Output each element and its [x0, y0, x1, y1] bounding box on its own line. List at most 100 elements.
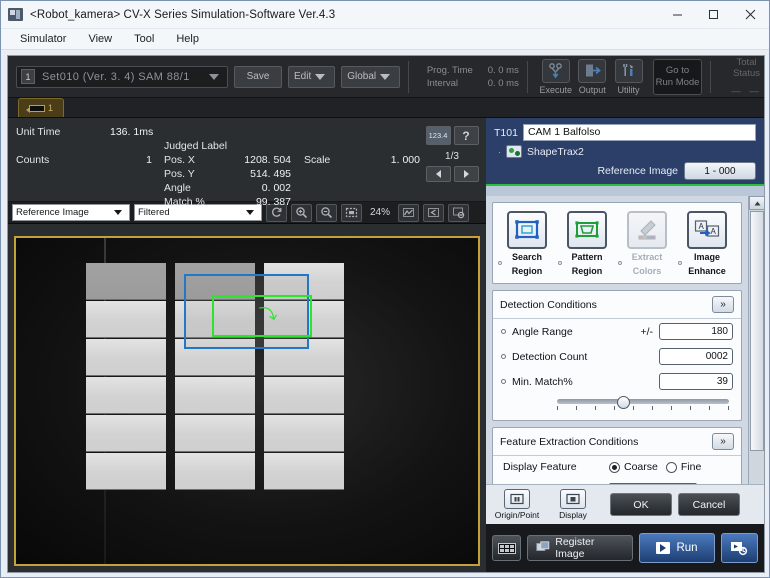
- global-dropdown[interactable]: Global: [341, 65, 401, 88]
- run-button[interactable]: Run: [639, 533, 715, 563]
- output-button[interactable]: Output: [576, 58, 608, 95]
- display-button[interactable]: Display: [548, 489, 598, 520]
- menu-item-help[interactable]: Help: [165, 29, 210, 50]
- utility-button[interactable]: Utility: [612, 58, 644, 95]
- measurement-stats-panel: Unit Time 136. 1ms Judged Label Counts 1: [8, 118, 486, 208]
- output-label: Output: [578, 84, 606, 95]
- triangle-right-icon: [463, 170, 469, 178]
- maximize-button[interactable]: [695, 1, 731, 29]
- image-settings-icon[interactable]: [448, 203, 470, 222]
- prev-page-button[interactable]: [425, 166, 451, 182]
- image-enhance-label-1: Image: [693, 252, 720, 262]
- tool-id: T101: [494, 126, 518, 139]
- edit-dropdown[interactable]: Edit: [288, 65, 336, 88]
- run-label: Run: [676, 542, 698, 554]
- min-match-input[interactable]: 39: [659, 373, 733, 390]
- play-icon: [656, 542, 671, 554]
- tool-buttons-row: Search Region Pattern Region Extract Col…: [493, 203, 741, 283]
- numeric-display-icon[interactable]: 123.4: [425, 126, 451, 145]
- go-to-run-mode-button[interactable]: Go to Run Mode: [652, 58, 703, 95]
- svg-text:A: A: [711, 227, 717, 236]
- detection-count-input[interactable]: 0002: [659, 348, 733, 365]
- keypad-icon[interactable]: [492, 535, 522, 561]
- chevron-down-icon: [246, 210, 254, 215]
- utility-label: Utility: [617, 84, 640, 95]
- feature-expand-button[interactable]: »: [712, 433, 734, 450]
- display-label: Display: [559, 510, 587, 520]
- angle-range-prefix: +/-: [640, 325, 653, 338]
- radio-fine[interactable]: Fine: [665, 461, 701, 473]
- slider-knob[interactable]: [617, 396, 630, 409]
- keypad-glyph: [497, 542, 516, 554]
- minimize-button[interactable]: [659, 1, 695, 29]
- pos-y-value: 514. 495: [250, 168, 291, 180]
- stats-side-controls: 123.4 ? 1/3: [424, 126, 480, 182]
- display-feature-row: Display Feature Coarse Fine: [493, 456, 741, 478]
- search-region-button[interactable]: Search Region: [498, 211, 554, 277]
- detection-conditions-header: Detection Conditions »: [493, 291, 741, 319]
- total-status-label: Total Status: [733, 56, 761, 79]
- zoom-in-icon[interactable]: [291, 203, 312, 222]
- chevron-down-icon: [380, 73, 391, 80]
- run-bar: Register Image Run: [486, 524, 764, 572]
- save-button[interactable]: Save: [234, 65, 282, 88]
- menu-item-simulator[interactable]: Simulator: [9, 29, 77, 50]
- radio-coarse[interactable]: Coarse: [609, 461, 658, 473]
- angle-range-input[interactable]: 180: [659, 323, 733, 340]
- min-match-slider[interactable]: [501, 396, 733, 412]
- pattern-region-button[interactable]: Pattern Region: [558, 211, 614, 277]
- edit-label: Edit: [294, 71, 312, 82]
- ok-button[interactable]: OK: [610, 493, 672, 516]
- program-selector[interactable]: 1 Set010 (Ver. 3. 4) SAM 88/1: [16, 65, 228, 88]
- slider-track: [557, 399, 729, 404]
- detection-count-row: Detection Count 0002: [493, 344, 741, 369]
- scroll-up-button[interactable]: [749, 196, 765, 210]
- chevron-down-icon: [315, 73, 326, 80]
- tile: [264, 415, 344, 452]
- run-options-icon[interactable]: [720, 533, 758, 563]
- tool-buttons-card: Search Region Pattern Region Extract Col…: [492, 202, 742, 284]
- match-value: 99. 387: [255, 196, 291, 208]
- tool-type-label: ShapeTrax2: [527, 145, 584, 158]
- pos-x-value: 1208. 504: [244, 154, 291, 166]
- settings-scrollbar[interactable]: [748, 196, 765, 528]
- detection-expand-button[interactable]: »: [712, 296, 734, 313]
- prog-time-value: 0. 0 ms: [487, 64, 519, 76]
- image-enhance-button[interactable]: A A Image Enhance: [678, 211, 734, 277]
- execute-button[interactable]: Execute: [540, 58, 572, 95]
- window-controls: [659, 1, 769, 29]
- reference-image-button[interactable]: 1 - 000: [684, 162, 756, 180]
- help-icon[interactable]: ?: [453, 126, 479, 145]
- interval-label: Interval: [426, 77, 458, 89]
- scrollbar-thumb[interactable]: [750, 211, 764, 451]
- camera-icon: [25, 104, 45, 113]
- image-viewport[interactable]: ⤵: [14, 236, 480, 566]
- feature-extraction-title: Feature Extraction Conditions: [500, 435, 639, 448]
- cancel-button[interactable]: Cancel: [678, 493, 740, 516]
- register-image-button[interactable]: Register Image: [527, 535, 634, 561]
- origin-point-button[interactable]: Origin/Point: [492, 489, 542, 520]
- menu-item-tool[interactable]: Tool: [123, 29, 165, 50]
- angle-label: Angle: [164, 182, 191, 194]
- prog-time-label: Prog. Time: [426, 64, 473, 76]
- indicator-dot: [558, 261, 562, 265]
- display-icon: [560, 489, 586, 509]
- search-region-label-2: Region: [511, 266, 543, 276]
- histogram-icon[interactable]: [398, 203, 420, 222]
- tile: [175, 453, 255, 490]
- next-page-button[interactable]: [453, 166, 479, 182]
- camera-name-field[interactable]: CAM 1 Balfolso: [522, 124, 756, 141]
- zoom-out-icon[interactable]: [316, 203, 337, 222]
- image-source-select[interactable]: Reference Image: [12, 204, 130, 221]
- program-timing: Prog. Time 0. 0 ms Interval 0. 0 ms: [427, 64, 519, 90]
- min-match-row: Min. Match% 39: [493, 369, 741, 394]
- unit-tab-1[interactable]: 1: [18, 98, 64, 117]
- title-bar: <Robot_kamera> CV-X Series Simulation-So…: [1, 1, 769, 29]
- profile-icon[interactable]: [423, 203, 445, 222]
- fit-to-window-icon[interactable]: [341, 203, 362, 222]
- menu-item-view[interactable]: View: [77, 29, 123, 50]
- radio-coarse-label: Coarse: [624, 461, 658, 473]
- origin-point-label: Origin/Point: [494, 510, 540, 520]
- feature-extraction-header: Feature Extraction Conditions »: [493, 428, 741, 456]
- close-button[interactable]: [731, 1, 769, 29]
